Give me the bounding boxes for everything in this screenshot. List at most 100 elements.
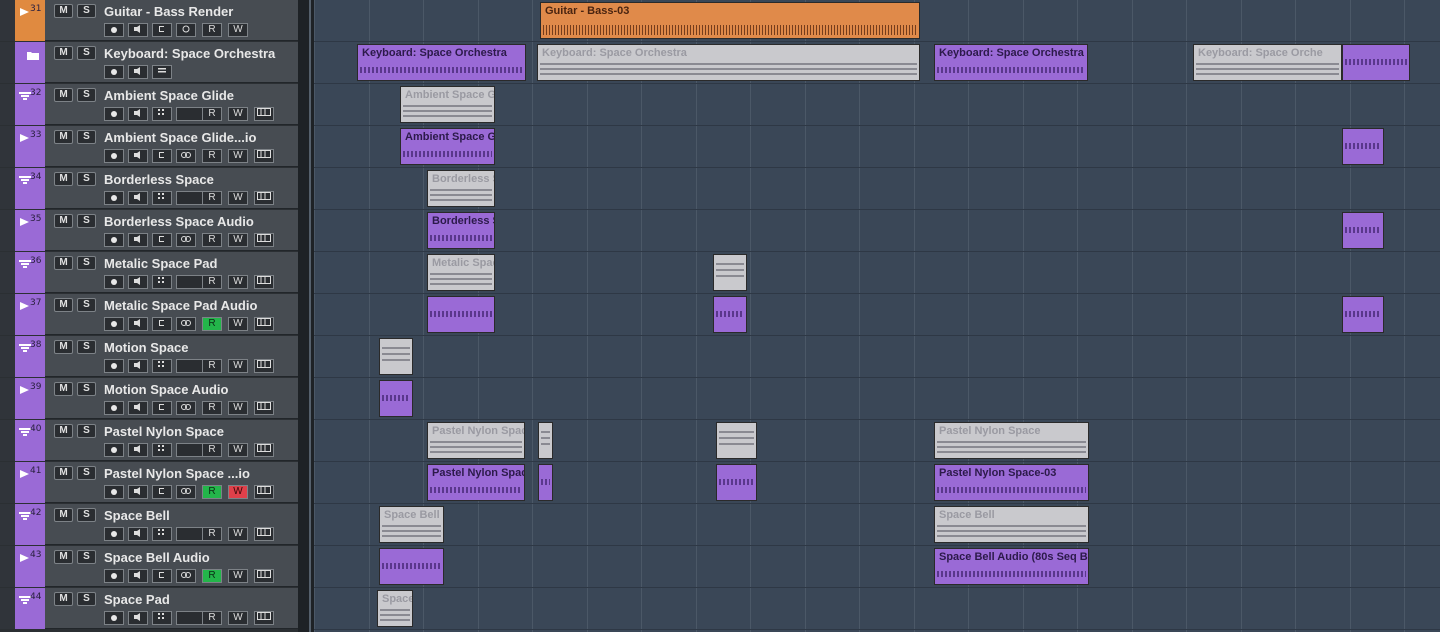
mute-button[interactable]: M [54, 88, 73, 102]
write-automation-button[interactable]: W [228, 569, 248, 583]
editor-icon[interactable] [254, 359, 274, 373]
link-icon[interactable] [176, 149, 196, 163]
track-row[interactable]: 32Ambient Space GlideMS3RW [0, 84, 298, 125]
audio-event[interactable]: Keyboard: Space Orchestra [357, 44, 526, 81]
link-icon[interactable] [176, 317, 196, 331]
audio-event[interactable] [379, 548, 444, 585]
midi-part[interactable]: Space [377, 590, 413, 627]
read-automation-button[interactable]: R [202, 23, 222, 37]
read-automation-button[interactable]: R [202, 149, 222, 163]
monitor-button[interactable] [128, 485, 148, 499]
solo-button[interactable]: S [77, 592, 96, 606]
link-icon[interactable] [176, 569, 196, 583]
monitor-button[interactable] [128, 149, 148, 163]
audio-event[interactable]: Pastel Nylon Spac [427, 464, 525, 501]
editor-icon[interactable] [254, 149, 274, 163]
track-row[interactable]: 41 Pastel Nylon Space ...io M S R W [0, 462, 298, 503]
midi-icon[interactable] [152, 443, 172, 457]
record-button[interactable] [104, 485, 124, 499]
audio-event[interactable]: Space Bell Audio (80s Seq Ba [934, 548, 1089, 585]
write-automation-button[interactable]: W [228, 275, 248, 289]
mute-button[interactable]: M [54, 424, 73, 438]
editor-icon[interactable] [254, 527, 274, 541]
track-row[interactable]: 44Space PadMS8RW [0, 588, 298, 629]
link-icon[interactable] [176, 485, 196, 499]
record-button[interactable] [104, 65, 124, 79]
editor-icon[interactable] [254, 191, 274, 205]
midi-part[interactable]: Borderless S [427, 170, 495, 207]
monitor-button[interactable] [128, 317, 148, 331]
solo-button[interactable]: S [77, 46, 96, 60]
write-automation-button[interactable]: W [228, 317, 248, 331]
record-button[interactable] [104, 233, 124, 247]
divider[interactable] [298, 0, 314, 632]
editor-icon[interactable] [254, 485, 274, 499]
edit-icon[interactable] [152, 317, 172, 331]
read-automation-button[interactable]: R [202, 359, 222, 373]
audio-event[interactable] [379, 380, 413, 417]
track-row[interactable]: 43 Space Bell Audio M S R W [0, 546, 298, 587]
solo-button[interactable]: S [77, 508, 96, 522]
link-icon[interactable] [176, 401, 196, 415]
mute-button[interactable]: M [54, 340, 73, 354]
record-button[interactable] [104, 401, 124, 415]
write-automation-button[interactable]: W [228, 527, 248, 541]
midi-part[interactable]: Metalic Spac [427, 254, 495, 291]
write-automation-button[interactable]: W [228, 191, 248, 205]
read-automation-button[interactable]: R [202, 275, 222, 289]
audio-event[interactable]: Guitar - Bass-03 [540, 2, 920, 39]
read-automation-button[interactable]: R [202, 611, 222, 625]
mute-button[interactable]: M [54, 46, 73, 60]
midi-part[interactable] [716, 422, 757, 459]
solo-button[interactable]: S [77, 382, 96, 396]
link-icon[interactable] [176, 233, 196, 247]
audio-event[interactable]: Borderless S [427, 212, 495, 249]
editor-icon[interactable] [254, 569, 274, 583]
audio-event[interactable]: Keyboard: Space Orchestra [934, 44, 1088, 81]
midi-icon[interactable] [152, 107, 172, 121]
monitor-button[interactable] [128, 275, 148, 289]
solo-button[interactable]: S [77, 88, 96, 102]
editor-icon[interactable] [254, 317, 274, 331]
monitor-button[interactable] [128, 191, 148, 205]
editor-icon[interactable] [254, 233, 274, 247]
monitor-button[interactable] [128, 107, 148, 121]
solo-button[interactable]: S [77, 424, 96, 438]
midi-part[interactable]: Pastel Nylon Spac [427, 422, 525, 459]
editor-icon[interactable] [254, 275, 274, 289]
mute-button[interactable]: M [54, 592, 73, 606]
read-automation-button[interactable]: R [202, 107, 222, 121]
solo-button[interactable]: S [77, 550, 96, 564]
write-automation-button[interactable]: W [228, 359, 248, 373]
mute-button[interactable]: M [54, 214, 73, 228]
write-automation-button[interactable]: W [228, 611, 248, 625]
edit-icon[interactable] [152, 149, 172, 163]
midi-part[interactable]: Pastel Nylon Space [934, 422, 1089, 459]
solo-button[interactable]: S [77, 130, 96, 144]
list-icon[interactable] [152, 65, 172, 79]
monitor-button[interactable] [128, 23, 148, 37]
track-row[interactable]: 31 Guitar - Bass Render M S R W [0, 0, 298, 41]
mute-button[interactable]: M [54, 550, 73, 564]
midi-icon[interactable] [152, 359, 172, 373]
midi-part[interactable]: Ambient Space G [400, 86, 495, 123]
audio-event[interactable] [427, 296, 495, 333]
audio-event[interactable] [1342, 128, 1384, 165]
editor-icon[interactable] [254, 107, 274, 121]
midi-icon[interactable] [152, 527, 172, 541]
midi-icon[interactable] [152, 191, 172, 205]
mute-button[interactable]: M [54, 172, 73, 186]
arrange-window[interactable]: Guitar - Bass-03 Keyboard: Space Orchestr… [314, 0, 1440, 632]
solo-button[interactable]: S [77, 172, 96, 186]
monitor-button[interactable] [128, 443, 148, 457]
midi-part[interactable] [713, 254, 747, 291]
edit-icon[interactable] [152, 233, 172, 247]
midi-part[interactable]: Space Bell [379, 506, 444, 543]
editor-icon[interactable] [254, 443, 274, 457]
write-automation-button[interactable]: W [228, 485, 248, 499]
mute-button[interactable]: M [54, 298, 73, 312]
track-row[interactable]: 36Metalic Space PadMS4RW [0, 252, 298, 293]
track-row[interactable]: Keyboard: Space Orchestra M S [0, 42, 298, 83]
track-row[interactable]: 35 Borderless Space Audio M S R W [0, 210, 298, 251]
write-automation-button[interactable]: W [228, 107, 248, 121]
